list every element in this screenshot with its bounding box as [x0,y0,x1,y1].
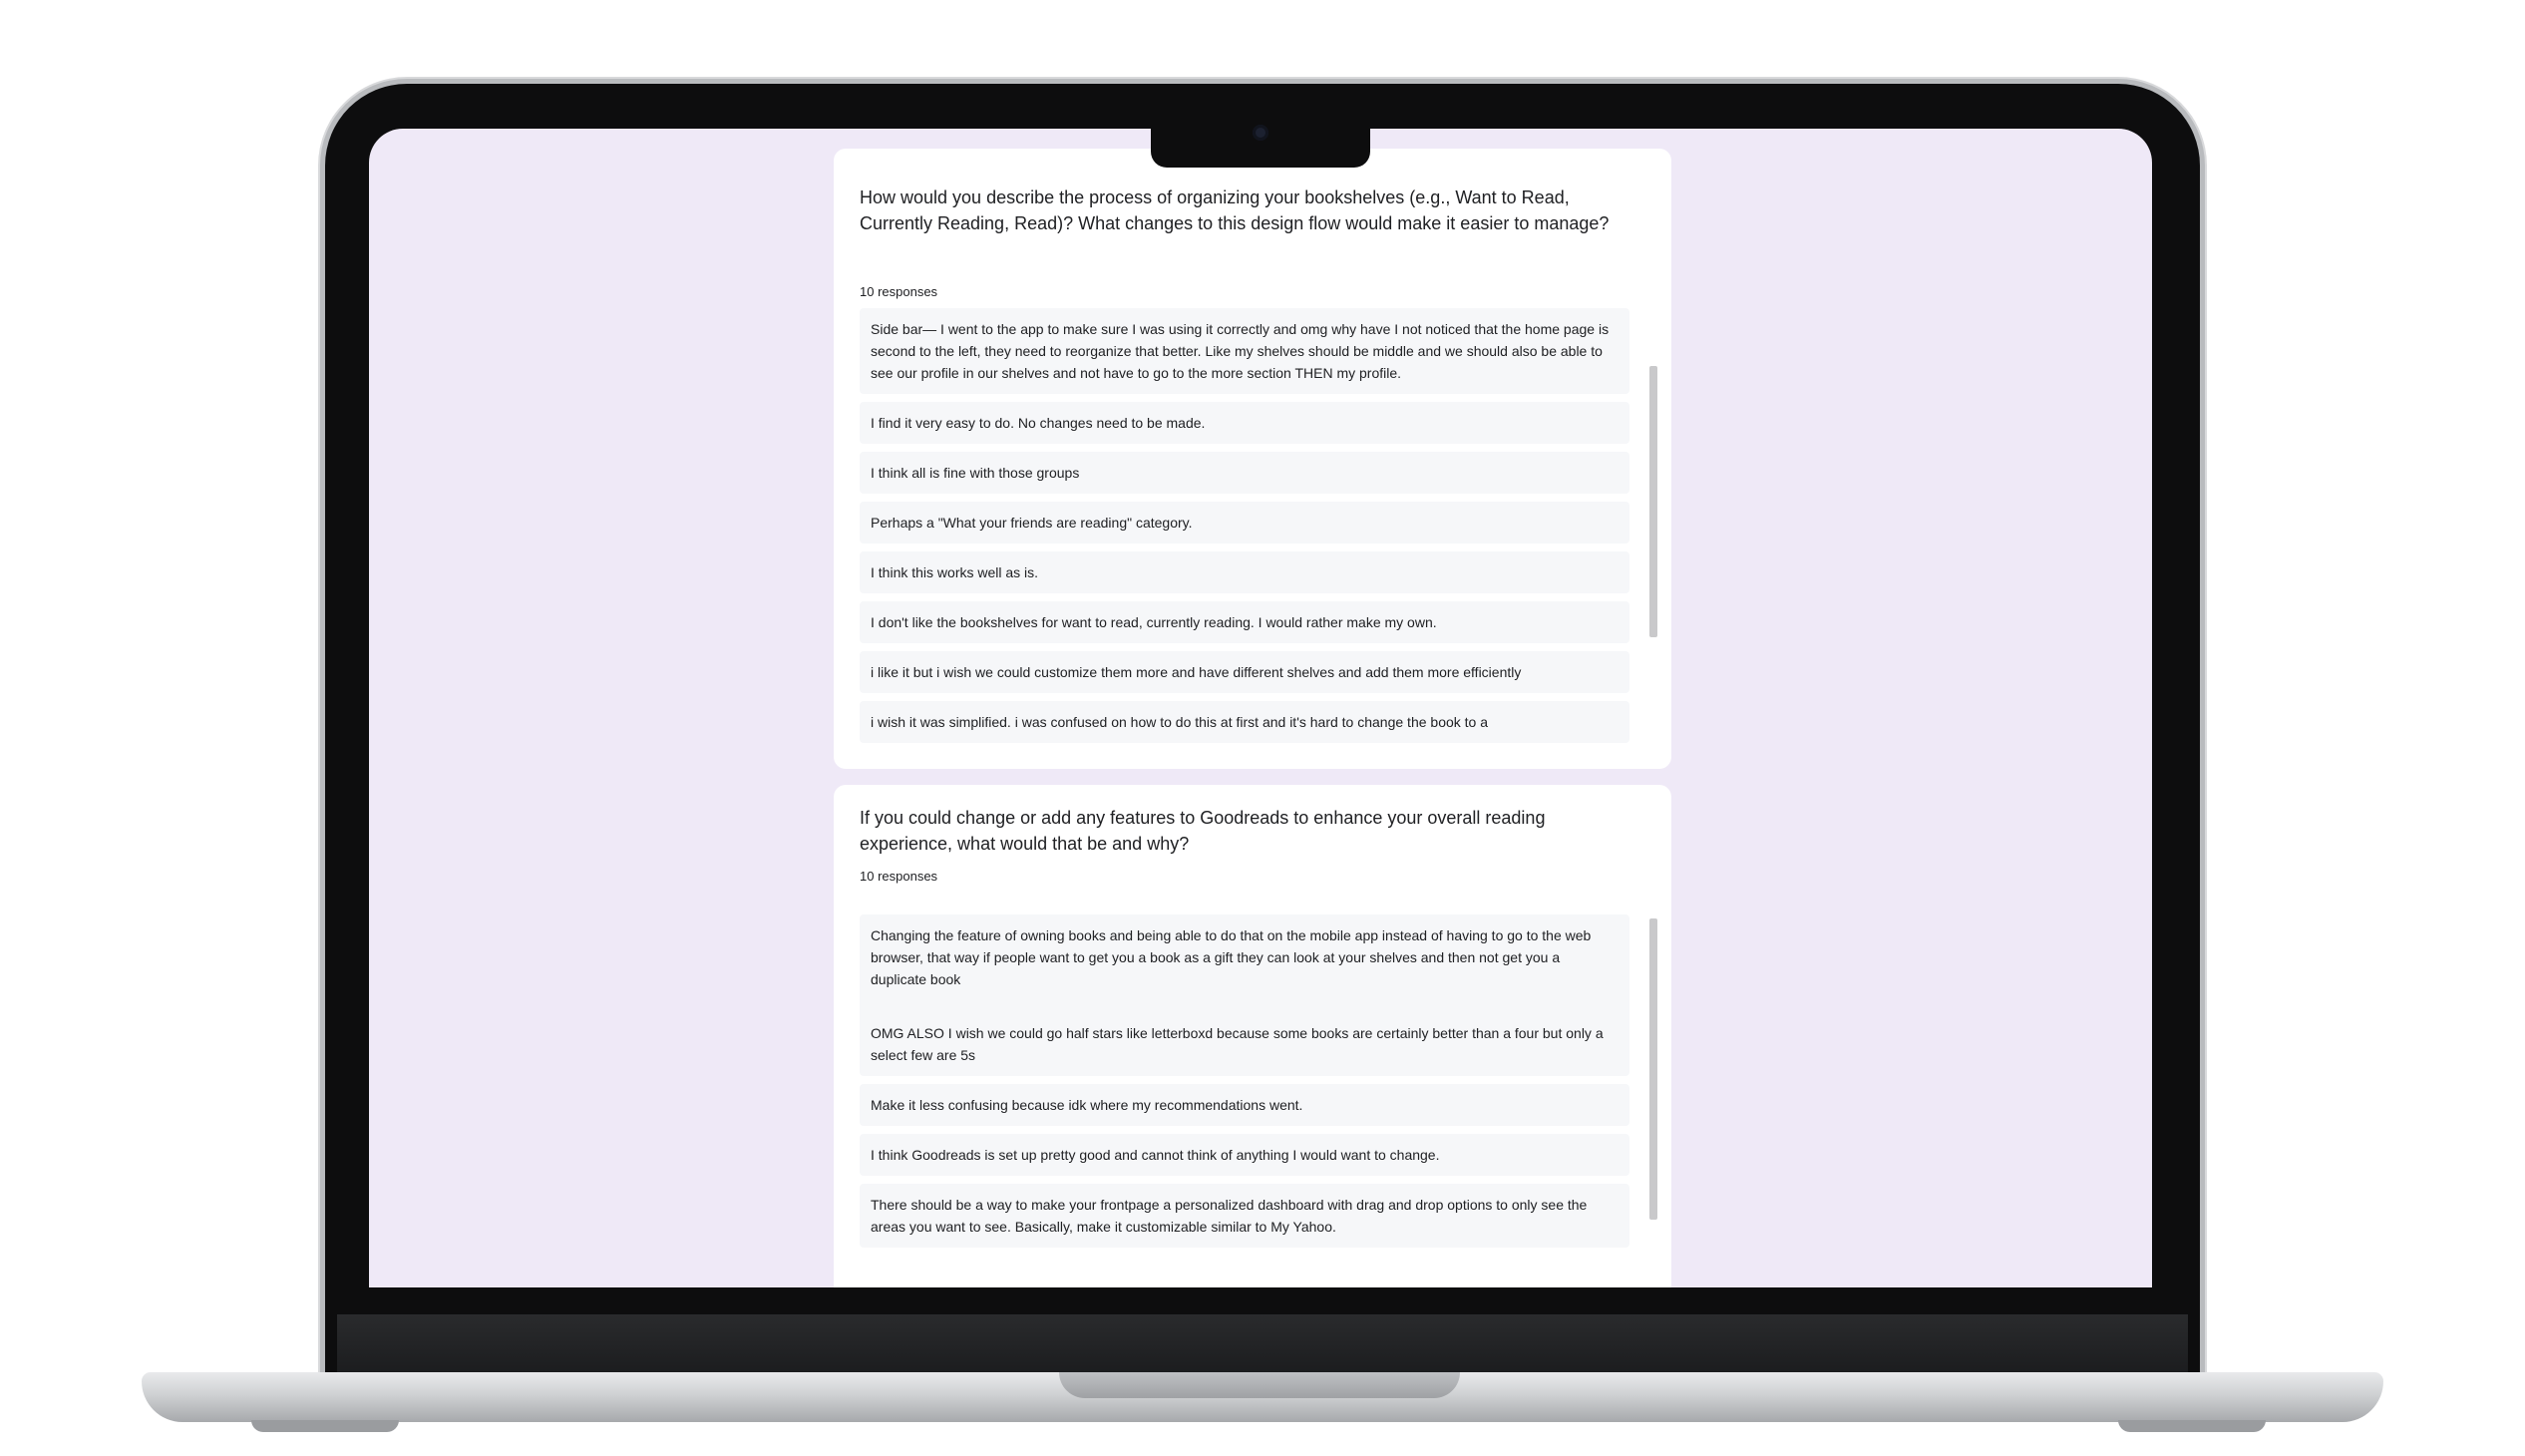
response-list[interactable]: Side bar— I went to the app to make sure… [860,308,1629,747]
response-list[interactable]: Changing the feature of owning books and… [860,914,1629,1287]
list-item: Side bar— I went to the app to make sure… [860,308,1629,394]
response-count: 10 responses [860,869,938,884]
list-item: Perhaps a "What your friends are reading… [860,502,1629,544]
list-item: Make it less confusing because idk where… [860,1084,1629,1126]
list-item: Changing the feature of owning books and… [860,914,1629,1022]
list-item: I think all is fine with those groups [860,452,1629,494]
list-item: I find it very easy to do. No changes ne… [860,402,1629,444]
laptop-foot-right [2118,1420,2266,1432]
scrollbar-track[interactable] [1649,914,1657,1287]
screen: How would you describe the process of or… [369,129,2152,1287]
list-item: OMG ALSO I wish we could go half stars l… [860,1012,1629,1076]
scrollbar-thumb[interactable] [1649,366,1657,637]
laptop-chin [337,1314,2188,1372]
question-title: How would you describe the process of or… [860,187,1610,233]
scrollbar-track[interactable] [1649,308,1657,747]
question-title: If you could change or add any features … [860,808,1546,854]
question-card-features: If you could change or add any features … [834,785,1671,1287]
list-item: I don't like the bookshelves for want to… [860,601,1629,643]
scrollbar-thumb[interactable] [1649,918,1657,1220]
laptop-foot-left [251,1420,399,1432]
list-item: There should be a way to make your front… [860,1184,1629,1248]
list-item: I think this works well as is. [860,551,1629,593]
response-count: 10 responses [860,284,938,299]
laptop-hinge-notch [1059,1372,1460,1398]
list-item: I think Goodreads is set up pretty good … [860,1134,1629,1176]
camera-icon [1253,125,1268,141]
list-item: i like it but i wish we could customize … [860,651,1629,693]
question-card-bookshelves: How would you describe the process of or… [834,149,1671,769]
list-item: i wish it was simplified. i was confused… [860,701,1629,743]
